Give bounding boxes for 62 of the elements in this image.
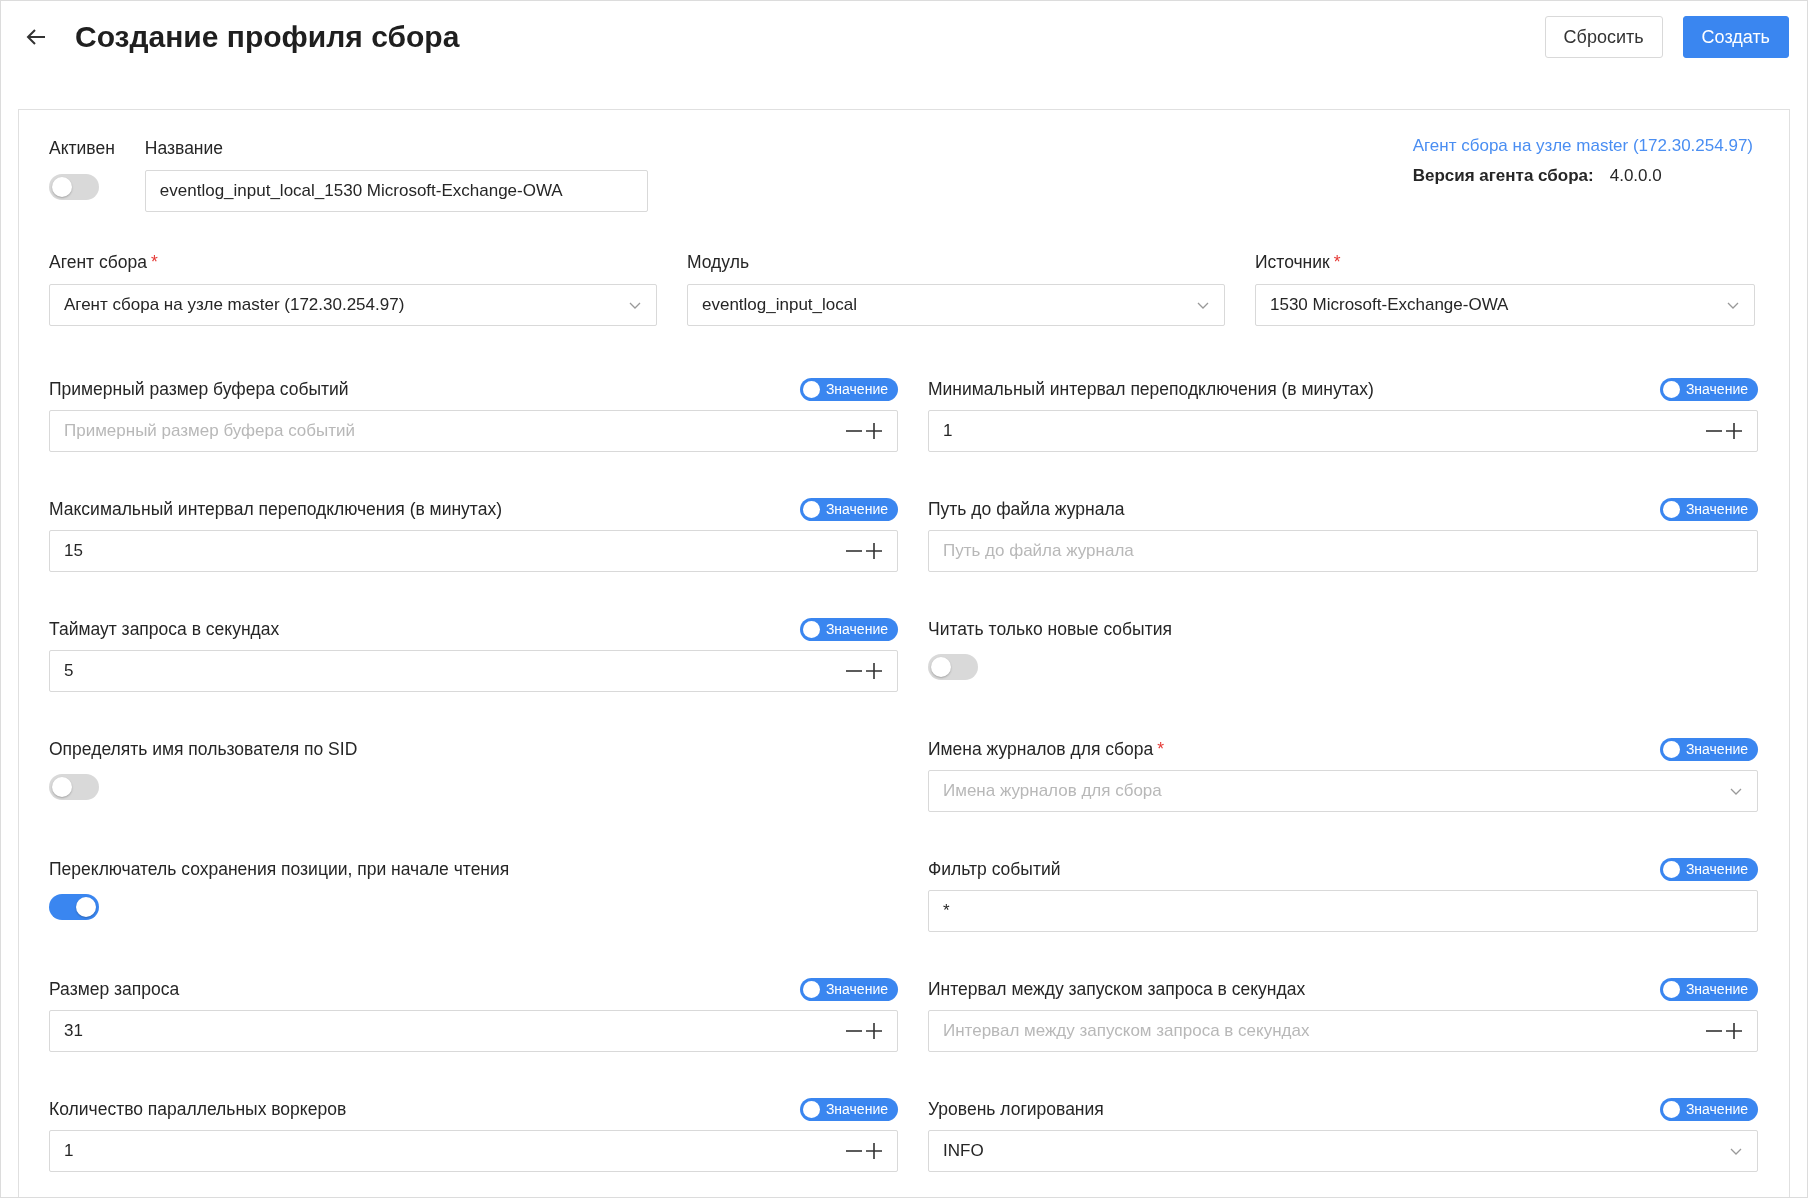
plus-icon[interactable] <box>1725 1022 1743 1040</box>
select-field[interactable]: 1530 Microsoft-Exchange-OWA <box>1255 284 1755 326</box>
value-switch[interactable]: Значение <box>1659 857 1758 881</box>
plus-icon[interactable] <box>865 662 883 680</box>
toggle-switch[interactable] <box>49 174 99 200</box>
page-title: Создание профиля сбора <box>75 20 461 54</box>
field-label: Количество параллельных воркеров <box>49 1098 347 1121</box>
value-switch[interactable]: Значение <box>799 377 898 401</box>
value-switch[interactable]: Значение <box>1659 1097 1758 1121</box>
field-label: Определять имя пользователя по SID <box>49 738 358 761</box>
field-label: Примерный размер буфера событий <box>49 378 349 401</box>
select-field[interactable]: Агент сбора на узле master (172.30.254.97) <box>49 284 657 326</box>
plus-icon[interactable] <box>1725 422 1743 440</box>
field-label: Источник * <box>1255 251 1342 274</box>
version-label: Версия агента сбора: <box>1412 166 1594 186</box>
field-label: Фильтр событий <box>928 858 1061 881</box>
toggle-switch[interactable] <box>928 654 978 680</box>
number-field[interactable]: 1 <box>49 1130 898 1172</box>
select-field[interactable]: eventlog_input_local <box>687 284 1225 326</box>
value-switch[interactable]: Значение <box>1659 377 1758 401</box>
field-label: Путь до файла журнала <box>928 498 1125 521</box>
value-switch[interactable]: Значение <box>799 977 898 1001</box>
field-label: Активен <box>49 137 115 160</box>
field-label: Таймаут запроса в секундах <box>49 618 280 641</box>
plus-icon[interactable] <box>865 1022 883 1040</box>
value-switch[interactable]: Значение <box>799 617 898 641</box>
field-label: Размер запроса <box>49 978 180 1001</box>
text-field[interactable]: eventlog_input_local_1530 Microsoft-Exchange-OWA <box>144 170 648 212</box>
field-label: Минимальный интервал переподключения (в минутах) <box>928 378 1374 401</box>
field-label: Уровень логирования <box>928 1098 1104 1121</box>
agent-link[interactable]: Агент сбора на узле master (172.30.254.97) <box>1412 136 1753 156</box>
value-switch[interactable]: Значение <box>1659 737 1758 761</box>
number-field[interactable]: 15 <box>49 530 898 572</box>
number-field[interactable]: Интервал между запуском запроса в секундах <box>928 1010 1758 1052</box>
field-label: Имена журналов для сбора * <box>928 738 1165 761</box>
select-field[interactable]: INFO <box>928 1130 1758 1172</box>
value-switch[interactable]: Значение <box>1659 977 1758 1001</box>
field-label: Максимальный интервал переподключения (в минутах) <box>49 498 502 521</box>
number-field[interactable]: 1 <box>928 410 1758 452</box>
select-field[interactable]: Имена журналов для сбора <box>928 770 1758 812</box>
field-label: Читать только новые события <box>928 618 1172 641</box>
value-switch[interactable]: Значение <box>799 497 898 521</box>
number-field[interactable]: Примерный размер буфера событий <box>49 410 898 452</box>
plus-icon[interactable] <box>865 542 883 560</box>
field-label: Модуль <box>687 251 751 274</box>
value-switch[interactable]: Значение <box>799 1097 898 1121</box>
text-field[interactable]: * <box>928 890 1758 932</box>
toggle-switch[interactable] <box>49 774 99 800</box>
field-label: Название <box>144 137 225 160</box>
number-field[interactable]: 5 <box>49 650 898 692</box>
toggle-switch[interactable] <box>49 894 99 920</box>
field-label: Переключатель сохранения позиции, при начале чтения <box>49 858 510 881</box>
plus-icon[interactable] <box>865 422 883 440</box>
number-field[interactable]: 31 <box>49 1010 898 1052</box>
value-switch[interactable]: Значение <box>1659 497 1758 521</box>
create-button[interactable]: Создать <box>1682 16 1789 58</box>
version-value: 4.0.0.0 <box>1609 166 1662 186</box>
reset-button[interactable]: Сбросить <box>1544 16 1663 58</box>
text-field[interactable]: Путь до файла журнала <box>928 530 1758 572</box>
plus-icon[interactable] <box>865 1142 883 1160</box>
field-label: Интервал между запуском запроса в секундах <box>928 978 1306 1001</box>
field-label: Агент сбора * <box>49 251 159 274</box>
